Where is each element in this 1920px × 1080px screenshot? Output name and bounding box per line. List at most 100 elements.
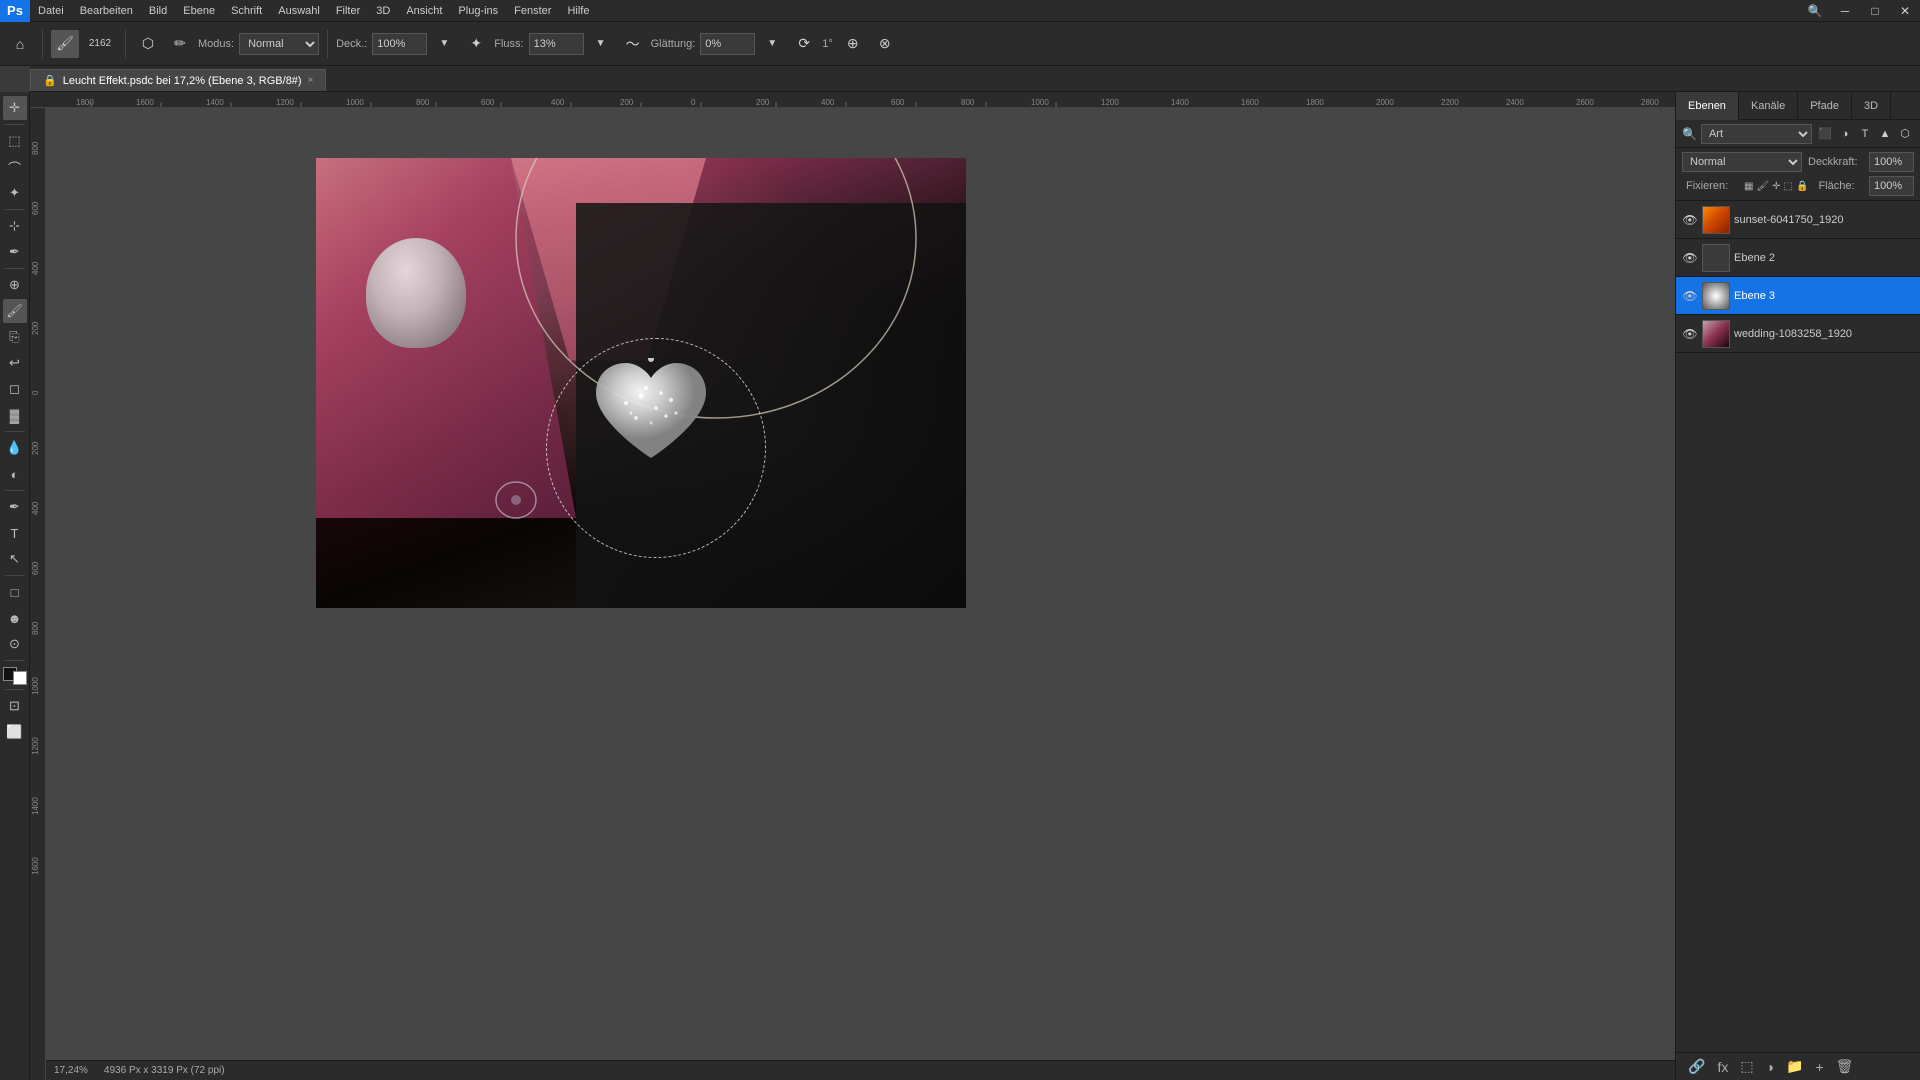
close-button[interactable]: ✕ xyxy=(1890,0,1920,22)
layer-eye-ebene2[interactable]: 👁 xyxy=(1682,250,1698,266)
svg-text:1200: 1200 xyxy=(1101,98,1119,107)
search-icon[interactable]: 🔍 xyxy=(1800,0,1830,22)
layer-fx-btn[interactable]: fx xyxy=(1713,1059,1732,1075)
link-layers-btn[interactable]: 🔗 xyxy=(1684,1058,1709,1075)
add-mask-btn[interactable]: ⬚ xyxy=(1736,1058,1757,1075)
right-panel: Ebenen Kanäle Pfade 3D 🔍 Art ⬛ ◑ T ▲ ⬡ xyxy=(1675,92,1920,1080)
hand-tool[interactable]: ☻ xyxy=(3,606,27,630)
dodge-tool[interactable]: ◐ xyxy=(3,462,27,486)
glattung-icon: 〜 xyxy=(619,30,647,58)
layer-eye-ebene3[interactable]: 👁 xyxy=(1682,288,1698,304)
menu-plugins[interactable]: Plug-ins xyxy=(450,0,506,22)
tab-kanale[interactable]: Kanäle xyxy=(1739,92,1798,120)
layer-row-wedding[interactable]: 👁 wedding-1083258_1920 xyxy=(1676,315,1920,353)
pressure-icon[interactable]: ⊕ xyxy=(839,30,867,58)
text-icon-panel[interactable]: T xyxy=(1856,125,1874,143)
layer-eye-sunset[interactable]: 👁 xyxy=(1682,212,1698,228)
deck-options-btn[interactable]: ▼ xyxy=(430,30,458,58)
menu-datei[interactable]: Datei xyxy=(30,0,72,22)
menu-bearbeiten[interactable]: Bearbeiten xyxy=(72,0,141,22)
delete-layer-btn[interactable]: 🗑 xyxy=(1832,1058,1858,1075)
tab-3d[interactable]: 3D xyxy=(1852,92,1891,120)
angle-icon: ⟳ xyxy=(790,30,818,58)
menu-bild[interactable]: Bild xyxy=(141,0,175,22)
brush-preset-button[interactable]: ⬡ xyxy=(134,30,162,58)
path-select-tool[interactable]: ↖ xyxy=(3,547,27,571)
brush-tool-button[interactable]: 🖌 xyxy=(51,30,79,58)
lock-all-icon[interactable]: 🔒 xyxy=(1796,181,1808,192)
adjustment-btn[interactable]: ◑ xyxy=(1762,1059,1778,1075)
svg-text:400: 400 xyxy=(821,98,835,107)
flaeche-input[interactable] xyxy=(1869,176,1914,196)
statusbar: 17,24% 4936 Px x 3319 Px (72 ppi) xyxy=(46,1060,1675,1080)
screen-mode-tool[interactable]: ⬜ xyxy=(3,720,27,744)
select-tool[interactable]: ⬚ xyxy=(3,129,27,153)
menu-ansicht[interactable]: Ansicht xyxy=(398,0,450,22)
symmetry-icon[interactable]: ⊗ xyxy=(871,30,899,58)
menu-fenster[interactable]: Fenster xyxy=(506,0,559,22)
blend-mode-select[interactable]: Normal xyxy=(1682,152,1802,172)
menu-schrift[interactable]: Schrift xyxy=(223,0,270,22)
art-select[interactable]: Art xyxy=(1701,124,1812,144)
layer-name-ebene3: Ebene 3 xyxy=(1734,290,1914,302)
glattung-input[interactable] xyxy=(700,33,755,55)
zoom-tool[interactable]: ⊙ xyxy=(3,632,27,656)
gradient-tool[interactable]: ▓ xyxy=(3,403,27,427)
background-color[interactable] xyxy=(13,671,27,685)
tab-pfade[interactable]: Pfade xyxy=(1798,92,1852,120)
eraser-tool[interactable]: ◻ xyxy=(3,377,27,401)
maximize-button[interactable]: □ xyxy=(1860,0,1890,22)
magic-select-tool[interactable]: ✦ xyxy=(3,181,27,205)
brush-options-button[interactable]: ✏ xyxy=(166,30,194,58)
tab-ebenen[interactable]: Ebenen xyxy=(1676,92,1739,120)
lasso-tool[interactable]: ⌒ xyxy=(3,155,27,179)
lock-transparent-icon[interactable]: ▦ xyxy=(1744,181,1753,192)
tab-close-button[interactable]: × xyxy=(308,75,314,86)
brush-tool[interactable]: 🖌 xyxy=(3,299,27,323)
eyedrop-tool[interactable]: ✒ xyxy=(3,240,27,264)
lock-position-icon[interactable]: ✛ xyxy=(1772,181,1780,192)
layer-row-ebene3[interactable]: 👁 Ebene 3 xyxy=(1676,277,1920,315)
clone-tool[interactable]: ⎘ xyxy=(3,325,27,349)
crop-tool[interactable]: ⊹ xyxy=(3,214,27,238)
menu-3d[interactable]: 3D xyxy=(368,0,398,22)
layer-row-ebene2[interactable]: 👁 Ebene 2 xyxy=(1676,239,1920,277)
tab-icon: 🔒 xyxy=(43,74,57,87)
layers-controls: Normal Deckkraft: Fixieren: ▦ 🖌 ✛ ⬚ 🔒 Fl… xyxy=(1676,148,1920,201)
heal-tool[interactable]: ⊕ xyxy=(3,273,27,297)
glattung-options-btn[interactable]: ▼ xyxy=(758,30,786,58)
move-tool[interactable]: ✛ xyxy=(3,96,27,120)
menu-hilfe[interactable]: Hilfe xyxy=(559,0,597,22)
rect-shape-tool[interactable]: □ xyxy=(3,580,27,604)
modus-select[interactable]: Normal xyxy=(239,33,319,55)
text-tool[interactable]: T xyxy=(3,521,27,545)
canvas-viewport[interactable]: 17,24% 4936 Px x 3319 Px (72 ppi) xyxy=(46,108,1675,1080)
menu-filter[interactable]: Filter xyxy=(328,0,368,22)
menu-auswahl[interactable]: Auswahl xyxy=(270,0,328,22)
minimize-button[interactable]: ─ xyxy=(1830,0,1860,22)
home-tool-button[interactable]: ⌂ xyxy=(6,30,34,58)
new-layer-btn[interactable]: + xyxy=(1811,1059,1827,1075)
group-btn[interactable]: 📁 xyxy=(1782,1058,1807,1075)
layer-row-sunset[interactable]: 👁 sunset-6041750_1920 xyxy=(1676,201,1920,239)
brush-size-button[interactable]: 2162 xyxy=(83,30,117,58)
adjust-icon[interactable]: ◑ xyxy=(1836,125,1854,143)
pixel-icon[interactable]: ⬛ xyxy=(1816,125,1834,143)
blur-tool[interactable]: 💧 xyxy=(3,436,27,460)
fluss-options-btn[interactable]: ▼ xyxy=(587,30,615,58)
pen-tool[interactable]: ✒ xyxy=(3,495,27,519)
svg-text:1400: 1400 xyxy=(1171,98,1189,107)
lock-image-icon[interactable]: 🖌 xyxy=(1756,181,1769,192)
smart-icon[interactable]: ⬡ xyxy=(1896,125,1914,143)
history-brush-tool[interactable]: ↩ xyxy=(3,351,27,375)
menubar: Ps Datei Bearbeiten Bild Ebene Schrift A… xyxy=(0,0,1920,22)
layer-eye-wedding[interactable]: 👁 xyxy=(1682,326,1698,342)
lock-artboard-icon[interactable]: ⬚ xyxy=(1784,181,1793,192)
deck-input[interactable] xyxy=(372,33,427,55)
fluss-input[interactable] xyxy=(529,33,584,55)
document-tab[interactable]: 🔒 Leucht Effekt.psdc bei 17,2% (Ebene 3,… xyxy=(30,69,326,91)
shape-icon[interactable]: ▲ xyxy=(1876,125,1894,143)
menu-ebene[interactable]: Ebene xyxy=(175,0,223,22)
quick-mask-tool[interactable]: ⊡ xyxy=(3,694,27,718)
deckkraft-input[interactable] xyxy=(1869,152,1914,172)
